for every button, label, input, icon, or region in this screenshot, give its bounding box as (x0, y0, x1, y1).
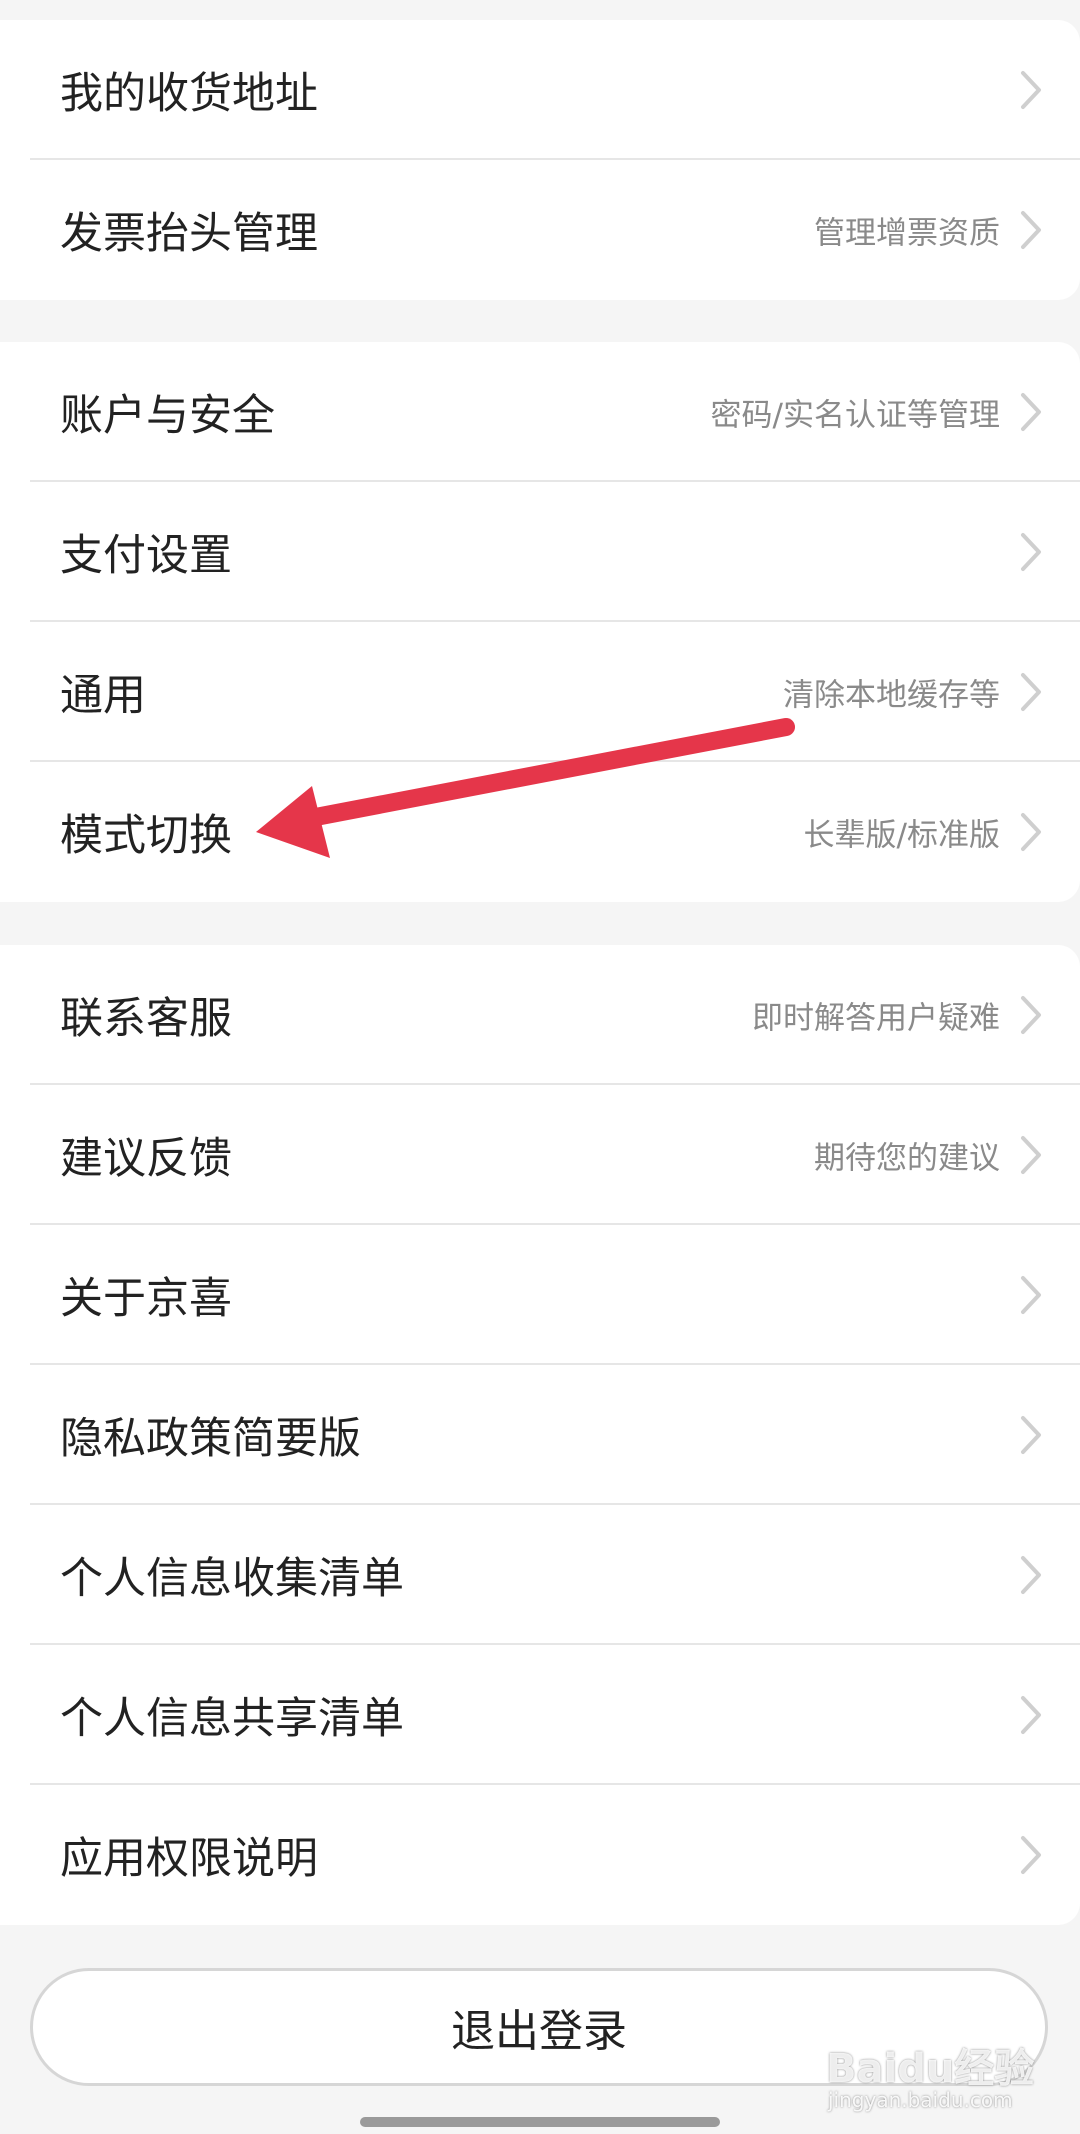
settings-row-info-sharing[interactable]: 个人信息共享清单 (0, 1645, 1080, 1785)
row-title: 隐私政策简要版 (60, 1414, 361, 1464)
settings-row-info-collection[interactable]: 个人信息收集清单 (0, 1505, 1080, 1645)
settings-row-privacy-summary[interactable]: 隐私政策简要版 (0, 1365, 1080, 1505)
row-title: 关于京喜 (60, 1274, 232, 1324)
watermark-subtext: jingyan.baidu.com (828, 2088, 1013, 2112)
row-title: 个人信息共享清单 (60, 1694, 404, 1744)
chevron-right-icon (1021, 211, 1041, 249)
baidu-jingyan-watermark: Baidu经验 jingyan.baidu.com (826, 2020, 1034, 2120)
row-subtitle: 管理增票资质 (814, 215, 1000, 252)
row-subtitle: 期待您的建议 (814, 1140, 1000, 1177)
chevron-right-icon (1021, 533, 1041, 571)
row-title: 个人信息收集清单 (60, 1554, 404, 1604)
chevron-right-icon (1021, 996, 1041, 1034)
home-indicator (360, 2117, 720, 2127)
row-subtitle: 即时解答用户疑难 (752, 1000, 1000, 1037)
settings-group-1: 我的收货地址 发票抬头管理 管理增票资质 (0, 20, 1080, 300)
settings-row-mode-switch[interactable]: 模式切换 长辈版/标准版 (0, 762, 1080, 902)
row-title: 建议反馈 (60, 1134, 232, 1184)
settings-row-shipping-address[interactable]: 我的收货地址 (0, 20, 1080, 160)
settings-group-2: 账户与安全 密码/实名认证等管理 支付设置 通用 清除本地缓存等 模式切换 长辈… (0, 342, 1080, 902)
chevron-right-icon (1021, 71, 1041, 109)
settings-row-general[interactable]: 通用 清除本地缓存等 (0, 622, 1080, 762)
row-subtitle: 密码/实名认证等管理 (710, 397, 1000, 434)
chevron-right-icon (1021, 673, 1041, 711)
settings-row-customer-service[interactable]: 联系客服 即时解答用户疑难 (0, 945, 1080, 1085)
chevron-right-icon (1021, 813, 1041, 851)
settings-row-invoice-header[interactable]: 发票抬头管理 管理增票资质 (0, 160, 1080, 300)
settings-row-payment[interactable]: 支付设置 (0, 482, 1080, 622)
chevron-right-icon (1021, 1696, 1041, 1734)
settings-row-about[interactable]: 关于京喜 (0, 1225, 1080, 1365)
chevron-right-icon (1021, 1556, 1041, 1594)
row-title: 我的收货地址 (60, 69, 318, 119)
watermark-text: Baidu经验 (826, 2046, 1035, 2092)
row-title: 支付设置 (60, 531, 232, 581)
row-title: 应用权限说明 (60, 1834, 318, 1884)
chevron-right-icon (1021, 1136, 1041, 1174)
settings-row-feedback[interactable]: 建议反馈 期待您的建议 (0, 1085, 1080, 1225)
row-title: 联系客服 (60, 994, 232, 1044)
chevron-right-icon (1021, 393, 1041, 431)
row-title: 发票抬头管理 (60, 209, 318, 259)
chevron-right-icon (1021, 1416, 1041, 1454)
chevron-right-icon (1021, 1836, 1041, 1874)
row-title: 模式切换 (60, 811, 232, 861)
row-title: 账户与安全 (60, 391, 275, 441)
chevron-right-icon (1021, 1276, 1041, 1314)
row-subtitle: 清除本地缓存等 (783, 677, 1000, 714)
row-subtitle: 长辈版/标准版 (803, 817, 1000, 854)
settings-row-app-permissions[interactable]: 应用权限说明 (0, 1785, 1080, 1925)
row-title: 通用 (60, 671, 146, 721)
settings-group-3: 联系客服 即时解答用户疑难 建议反馈 期待您的建议 关于京喜 隐私政策简要版 个… (0, 945, 1080, 1925)
settings-row-account-security[interactable]: 账户与安全 密码/实名认证等管理 (0, 342, 1080, 482)
